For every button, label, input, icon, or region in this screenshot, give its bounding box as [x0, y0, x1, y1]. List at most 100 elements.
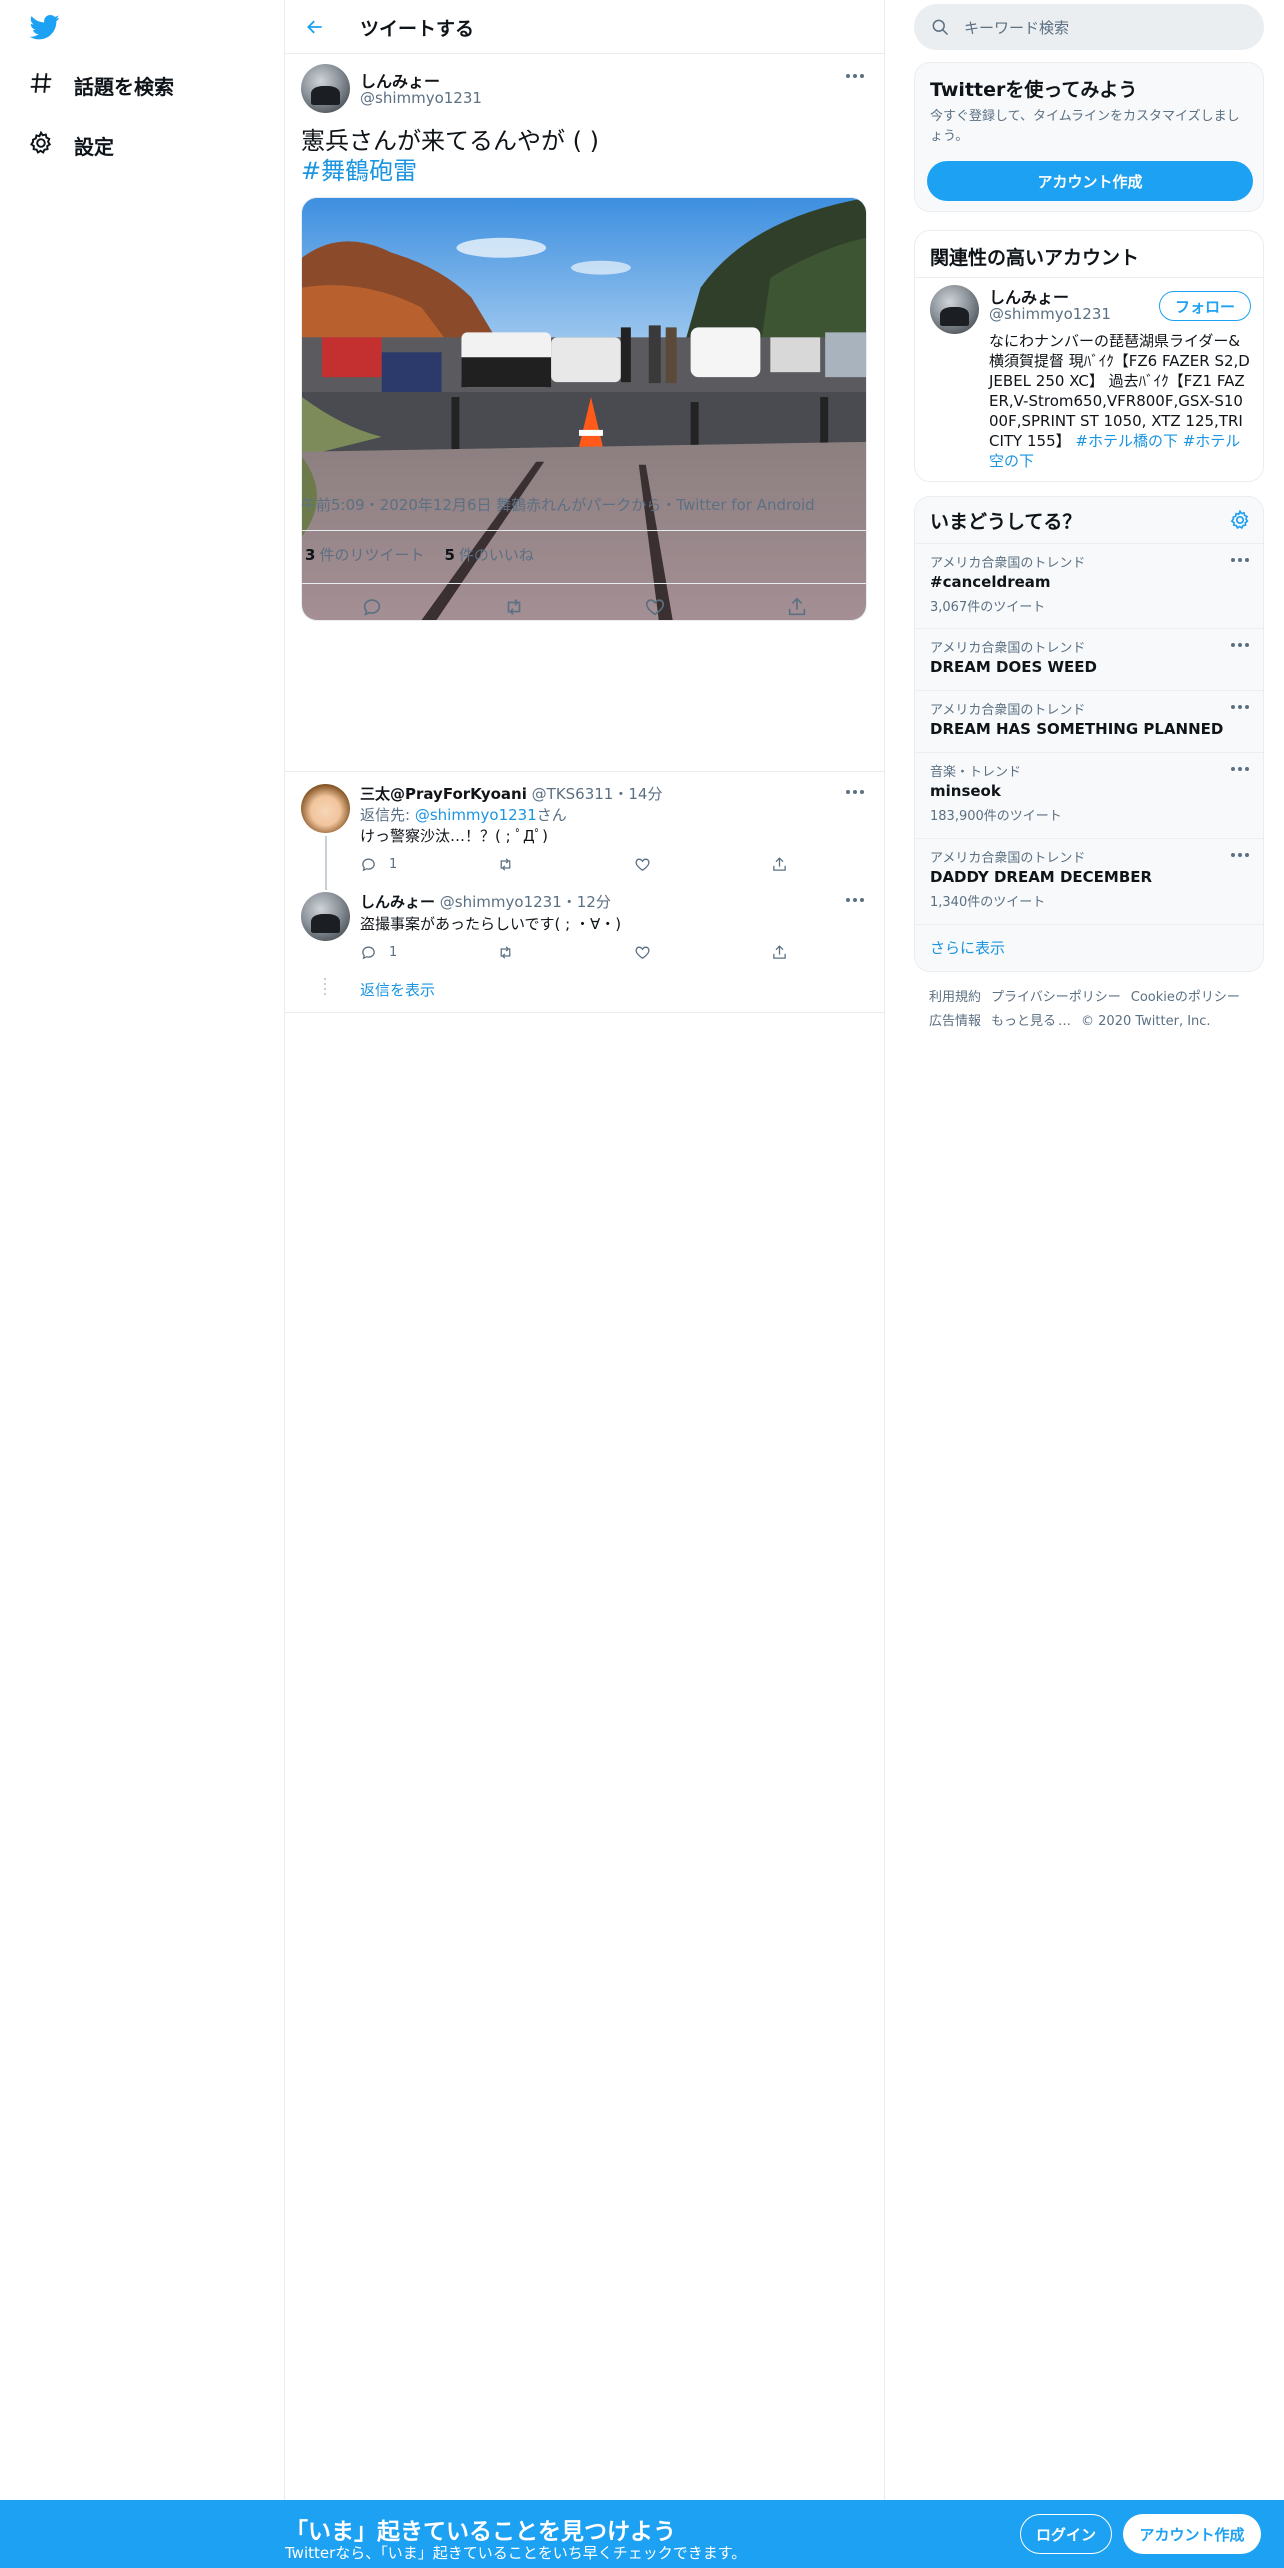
trend-count: 1,340件のツイート: [930, 895, 1046, 910]
like-count-link[interactable]: 5 件のいいね: [444, 544, 533, 565]
trend-item[interactable]: アメリカ合衆国のトレンド DADDY DREAM DECEMBER 1,340件…: [915, 838, 1263, 924]
footer-link-ads[interactable]: 広告情報: [929, 1014, 981, 1029]
left-sidebar: 話題を検索 設定: [0, 0, 285, 2568]
search-placeholder: キーワード検索: [964, 18, 1070, 37]
tweet-meta: 午前5:09・2020年12月6日 舞鶴赤れんがパークから・Twitter fo…: [301, 494, 815, 515]
more-dot: [853, 898, 857, 902]
reply-icon: [362, 946, 375, 959]
retweet-count-link[interactable]: 3 件のリツイート: [305, 544, 424, 565]
more-options-button[interactable]: [840, 890, 870, 910]
reply-author-handle[interactable]: @shimmyo1231: [440, 893, 562, 911]
show-replies-link[interactable]: 返信を表示: [360, 979, 435, 1000]
more-options-button[interactable]: [1225, 845, 1255, 865]
account-handle[interactable]: @shimmyo1231: [989, 305, 1111, 323]
heart-icon: [646, 599, 665, 616]
trend-item[interactable]: 音楽・トレンド minseok 183,900件のツイート: [915, 752, 1263, 838]
trend-item[interactable]: アメリカ合衆国のトレンド DREAM HAS SOMETHING PLANNED: [915, 690, 1263, 752]
trend-name: #canceldream: [930, 573, 1051, 591]
reply-author-handle[interactable]: @TKS6311: [532, 785, 614, 803]
like-button[interactable]: [634, 852, 771, 876]
reply-button[interactable]: 1: [360, 940, 497, 964]
trend-count: 3,067件のツイート: [930, 600, 1046, 615]
retweet-button[interactable]: [497, 940, 634, 964]
nav-explore[interactable]: 話題を検索: [28, 65, 174, 105]
more-dots-icon: …: [1058, 1014, 1072, 1029]
login-button[interactable]: ログイン: [1020, 2514, 1112, 2554]
signup-button[interactable]: アカウント作成: [1123, 2514, 1261, 2554]
hashtag-icon: [28, 70, 54, 100]
show-more-link[interactable]: さらに表示: [930, 937, 1005, 958]
avatar[interactable]: [930, 285, 979, 334]
account-bio: なにわナンバーの琵琶湖県ライダー&横須賀提督 現ﾊﾞｲｸ【FZ6 FAZER S…: [989, 331, 1251, 471]
reply-author-name[interactable]: 三太@PrayForKyoani: [360, 785, 527, 803]
more-dot: [860, 898, 864, 902]
tweet-source-app[interactable]: Twitter for Android: [676, 496, 814, 514]
tweet-timestamp[interactable]: 午前5:09・2020年12月6日 舞鶴赤れんがパークから・: [301, 496, 676, 514]
avatar[interactable]: [301, 892, 350, 941]
trend-name: DADDY DREAM DECEMBER: [930, 868, 1153, 886]
like-button[interactable]: [634, 940, 771, 964]
tweet-hashtag-link[interactable]: #舞鶴砲雷: [301, 156, 417, 186]
heart-icon: [635, 858, 650, 871]
replying-to-suffix: さん: [536, 806, 567, 824]
share-icon: [788, 597, 806, 616]
reply-header: 三太@PrayForKyoani @TKS6311・14分: [360, 783, 662, 804]
tweet-actions: [301, 587, 868, 627]
share-button[interactable]: [780, 590, 814, 624]
retweet-button[interactable]: [497, 590, 531, 624]
like-button[interactable]: [638, 590, 672, 624]
more-dot: [846, 790, 850, 794]
share-icon: [772, 856, 786, 871]
footer-link-privacy[interactable]: プライバシーポリシー: [991, 990, 1121, 1005]
more-options-button[interactable]: [1225, 550, 1255, 570]
avatar[interactable]: [301, 64, 350, 113]
copyright: © 2020 Twitter, Inc.: [1081, 1014, 1211, 1029]
more-options-button[interactable]: [1225, 759, 1255, 779]
reply-tweet[interactable]: 三太@PrayForKyoani @TKS6311・14分 返信先: @shim…: [285, 772, 884, 890]
footer-link-terms[interactable]: 利用規約: [929, 990, 981, 1005]
trend-name: DREAM HAS SOMETHING PLANNED: [930, 720, 1224, 738]
share-button[interactable]: [771, 940, 800, 964]
twitter-logo-icon[interactable]: [28, 12, 62, 42]
more-options-button[interactable]: [840, 782, 870, 802]
heart-icon: [635, 946, 650, 959]
panel-title: 関連性の高いアカウント: [930, 247, 1140, 269]
trend-context: アメリカ合衆国のトレンド: [930, 851, 1086, 866]
share-button[interactable]: [771, 852, 800, 876]
nav-settings[interactable]: 設定: [28, 125, 114, 165]
reply-button[interactable]: 1: [360, 852, 497, 876]
retweet-icon: [500, 945, 511, 959]
reply-count: 1: [389, 856, 398, 872]
reply-button[interactable]: [355, 590, 389, 624]
more-options-button[interactable]: [840, 66, 870, 86]
divider: [915, 277, 1263, 278]
footer-link-cookies[interactable]: Cookieのポリシー: [1131, 990, 1240, 1005]
replying-to-user-link[interactable]: @shimmyo1231: [415, 806, 537, 824]
reply-time[interactable]: ・12分: [562, 893, 611, 911]
footer-link-more[interactable]: もっと見る…: [991, 1014, 1071, 1029]
reply-author-name[interactable]: しんみょー: [360, 893, 435, 911]
related-accounts-panel: 関連性の高いアカウント しんみょー @shimmyo1231 フォロー なにわナ…: [914, 230, 1264, 482]
tweet-stats: 3 件のリツイート 5 件のいいね: [305, 544, 554, 565]
create-account-button[interactable]: アカウント作成: [927, 161, 1253, 201]
more-options-button[interactable]: [1225, 635, 1255, 655]
follow-button[interactable]: フォロー: [1159, 291, 1251, 321]
retweet-button[interactable]: [497, 852, 634, 876]
banner-title: 「いま」起きていることを見つけよう: [285, 2519, 676, 2545]
search-input[interactable]: キーワード検索: [914, 4, 1264, 50]
more-options-button[interactable]: [1225, 697, 1255, 717]
retweet-icon: [500, 857, 511, 871]
avatar[interactable]: [301, 784, 350, 833]
retweet-icon: [507, 599, 520, 615]
retweet-count-label: 件のリツイート: [319, 546, 425, 564]
panel-title: Twitterを使ってみよう: [930, 79, 1138, 101]
tweet-author-handle[interactable]: @shimmyo1231: [360, 89, 482, 107]
trend-item[interactable]: アメリカ合衆国のトレンド #canceldream 3,067件のツイート: [915, 543, 1263, 628]
gear-icon[interactable]: [1229, 509, 1251, 531]
reply-time[interactable]: ・14分: [613, 785, 662, 803]
replying-to-prefix: 返信先:: [360, 806, 415, 824]
trend-item[interactable]: アメリカ合衆国のトレンド DREAM DOES WEED: [915, 628, 1263, 690]
back-button[interactable]: [297, 9, 333, 45]
signup-banner: 「いま」起きていることを見つけよう Twitterなら、「いま」起きていることを…: [0, 2500, 1284, 2568]
reply-tweet[interactable]: しんみょー @shimmyo1231・12分 盗撮事案があったらしいです( ; …: [285, 882, 884, 1012]
